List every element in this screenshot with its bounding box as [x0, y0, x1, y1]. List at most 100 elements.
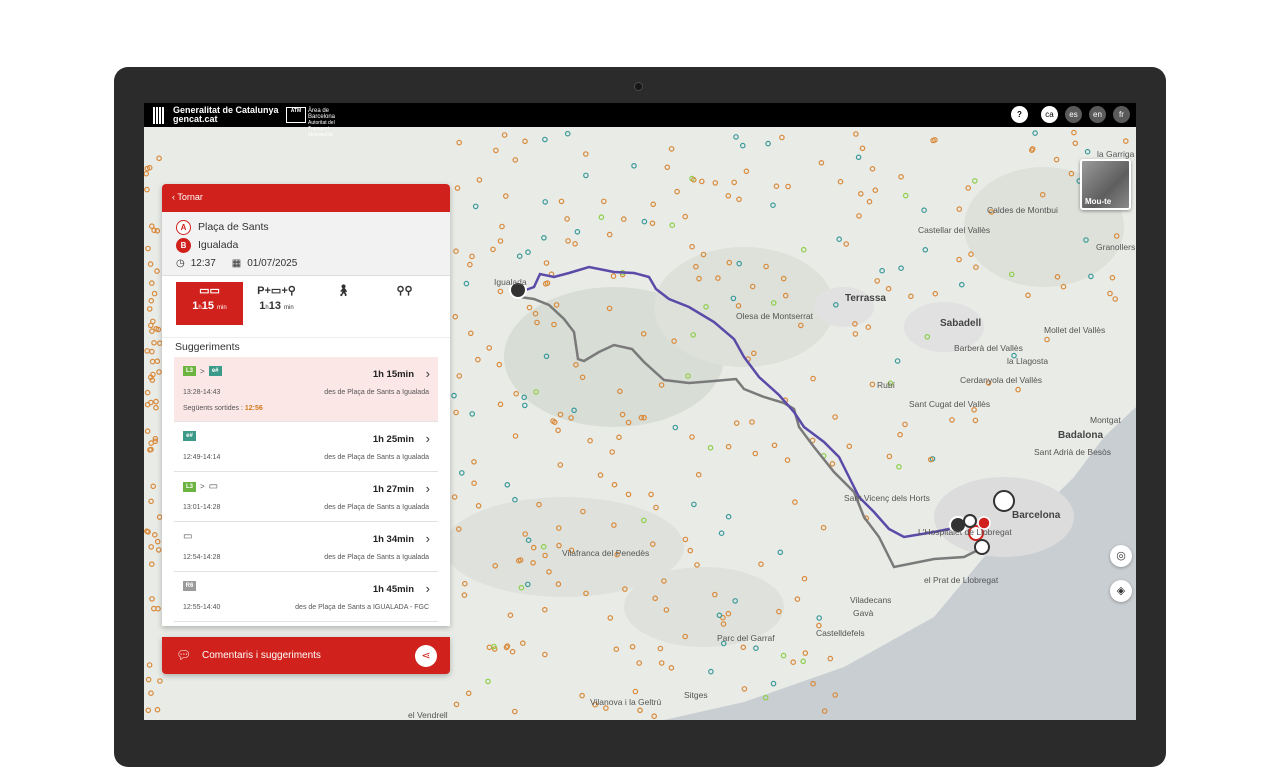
transit-stop-dot[interactable]	[865, 324, 872, 331]
map-canvas[interactable]: la Garriga Caldes de Montbui Castellar d…	[144, 127, 1136, 720]
transit-stop-dot[interactable]	[749, 419, 755, 425]
transit-stop-dot[interactable]	[770, 202, 776, 209]
transit-stop-dot[interactable]	[456, 139, 463, 146]
transit-stop-dot[interactable]	[1015, 386, 1021, 393]
transit-stop-dot[interactable]	[802, 650, 809, 656]
transit-stop-dot[interactable]	[886, 453, 893, 460]
transit-stop-dot[interactable]	[512, 496, 518, 503]
transit-stop-dot[interactable]	[475, 502, 482, 509]
transit-stop-dot[interactable]	[898, 265, 904, 272]
transit-stop-dot[interactable]	[973, 264, 979, 271]
transit-stop-dot[interactable]	[558, 198, 565, 205]
transit-stop-dot[interactable]	[816, 615, 823, 621]
transit-stop-dot[interactable]	[758, 561, 764, 568]
transit-stop-dot[interactable]	[469, 253, 475, 260]
move-layer-button[interactable]: Mou-te	[1080, 159, 1131, 210]
tab-walk[interactable]: 🚶︎	[310, 282, 377, 325]
transit-stop-dot[interactable]	[146, 662, 153, 668]
transit-stop-dot[interactable]	[154, 538, 161, 545]
transit-stop-dot[interactable]	[1107, 290, 1113, 297]
transit-stop-dot[interactable]	[148, 399, 154, 406]
share-button[interactable]: ⋖	[415, 645, 437, 667]
suggestion-item[interactable]: L3 > ▭ 1h 27min › 13:01-14:28 des de Plaça de …	[174, 472, 438, 522]
transit-stop-dot[interactable]	[149, 561, 155, 568]
layers-button[interactable]: ◈	[1110, 580, 1132, 602]
transit-stop-dot[interactable]	[908, 293, 914, 300]
transit-stop-dot[interactable]	[1112, 296, 1119, 302]
transit-stop-dot[interactable]	[565, 238, 571, 244]
transit-stop-dot[interactable]	[151, 340, 157, 346]
transit-stop-dot[interactable]	[153, 404, 159, 411]
transit-stop-dot[interactable]	[866, 198, 873, 205]
transit-stop-dot[interactable]	[653, 504, 659, 511]
generalitat-logo-icon[interactable]	[153, 107, 167, 124]
transit-stop-dot[interactable]	[932, 290, 939, 297]
transit-stop-dot[interactable]	[843, 241, 850, 247]
transit-stop-dot[interactable]	[785, 183, 791, 190]
transit-stop-dot[interactable]	[148, 544, 155, 550]
transit-stop-dot[interactable]	[579, 692, 585, 699]
transit-stop-dot[interactable]	[921, 207, 927, 214]
transit-stop-dot[interactable]	[694, 562, 700, 568]
transit-stop-dot[interactable]	[497, 288, 504, 295]
transit-stop-dot[interactable]	[542, 199, 549, 205]
transit-stop-dot[interactable]	[1032, 130, 1038, 136]
transit-stop-dot[interactable]	[458, 470, 465, 476]
transit-stop-dot[interactable]	[525, 249, 531, 256]
transit-stop-dot[interactable]	[846, 443, 853, 450]
transit-stop-dot[interactable]	[154, 706, 161, 713]
transit-stop-dot[interactable]	[771, 442, 778, 449]
transit-stop-dot[interactable]	[648, 491, 654, 498]
transit-stop-dot[interactable]	[509, 648, 516, 655]
transit-stop-dot[interactable]	[691, 501, 697, 508]
transit-stop-dot[interactable]	[869, 381, 876, 388]
language-fr-button[interactable]: fr	[1113, 106, 1130, 123]
transit-stop-dot[interactable]	[511, 708, 518, 715]
transit-stop-dot[interactable]	[504, 481, 511, 488]
transit-stop-dot[interactable]	[157, 678, 163, 684]
transit-stop-dot[interactable]	[467, 330, 474, 337]
tab-park-and-ride[interactable]: P+▭+⚲ 1h13 min	[243, 282, 310, 325]
transit-stop-dot[interactable]	[526, 304, 533, 311]
transit-stop-dot[interactable]	[689, 434, 695, 440]
transit-stop-dot[interactable]	[725, 443, 732, 450]
transit-stop-dot[interactable]	[632, 688, 639, 695]
transit-stop-dot[interactable]	[145, 707, 152, 714]
transit-stop-dot[interactable]	[669, 222, 676, 229]
transit-stop-dot[interactable]	[493, 147, 499, 154]
transit-stop-dot[interactable]	[499, 223, 505, 230]
next-departures-value[interactable]: 12:56	[245, 405, 263, 412]
transit-stop-dot[interactable]	[629, 643, 636, 650]
transit-stop-dot[interactable]	[507, 612, 514, 619]
transit-stop-dot[interactable]	[456, 373, 463, 379]
transit-stop-dot[interactable]	[827, 655, 834, 662]
transit-stop-dot[interactable]	[471, 458, 477, 465]
transit-stop-dot[interactable]	[818, 159, 825, 166]
transit-stop-dot[interactable]	[650, 201, 657, 208]
transit-stop-dot[interactable]	[800, 658, 807, 665]
transit-stop-dot[interactable]	[682, 536, 689, 543]
transit-stop-dot[interactable]	[689, 243, 695, 250]
transit-stop-dot[interactable]	[154, 358, 161, 365]
transit-stop-dot[interactable]	[486, 644, 493, 651]
transit-stop-dot[interactable]	[598, 214, 605, 221]
transit-stop-dot[interactable]	[869, 165, 876, 172]
transit-stop-dot[interactable]	[810, 375, 816, 382]
transit-stop-dot[interactable]	[144, 428, 151, 435]
transit-stop-dot[interactable]	[784, 457, 791, 463]
transit-stop-dot[interactable]	[156, 369, 162, 375]
transit-stop-dot[interactable]	[753, 645, 759, 652]
transit-stop-dot[interactable]	[651, 713, 658, 720]
transit-stop-dot[interactable]	[664, 164, 671, 171]
generalitat-brand[interactable]: Generalitat de Catalunya gencat.cat	[173, 106, 279, 124]
transit-stop-dot[interactable]	[144, 348, 151, 354]
transit-stop-dot[interactable]	[625, 491, 632, 498]
transit-stop-dot[interactable]	[151, 290, 158, 297]
suggestion-item[interactable]: e# 1h 25min › 12:49-14:14 des de Plaça de Sa…	[174, 422, 438, 472]
transit-stop-dot[interactable]	[572, 241, 578, 247]
transit-stop-dot[interactable]	[765, 140, 771, 147]
transit-stop-dot[interactable]	[144, 186, 150, 193]
transit-stop-dot[interactable]	[855, 154, 862, 161]
transit-stop-dot[interactable]	[149, 596, 155, 602]
transit-stop-dot[interactable]	[922, 247, 929, 253]
